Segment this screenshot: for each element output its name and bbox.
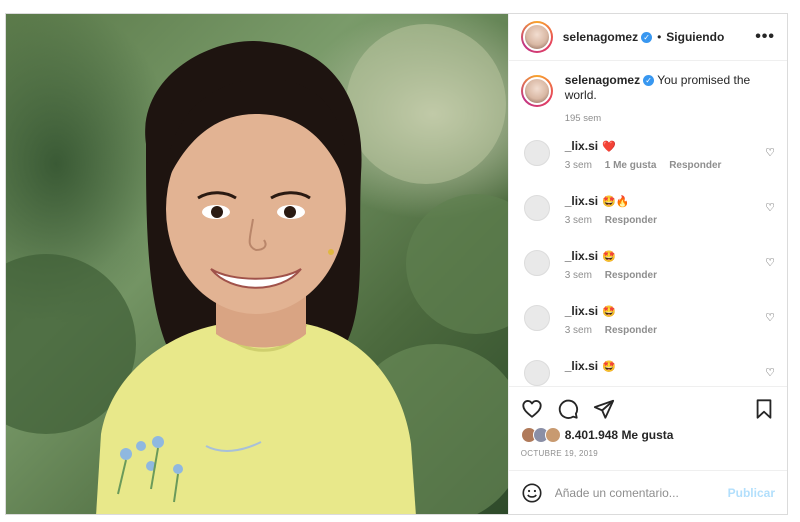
author-avatar[interactable]: [520, 21, 553, 53]
comment-username[interactable]: _lix.si: [565, 359, 598, 373]
caption-username[interactable]: selenagomez: [565, 73, 640, 87]
following-button[interactable]: Siguiendo: [666, 30, 724, 44]
comment-time[interactable]: 3 sem: [565, 215, 592, 226]
caption: selenagomez ✓ You promised the world. 195…: [520, 73, 775, 126]
caption-avatar[interactable]: [520, 75, 553, 107]
emoji-smiley-icon[interactable]: [521, 482, 543, 504]
publish-button[interactable]: Publicar: [728, 486, 775, 500]
post-actions: 8.401.948 Me gusta OCTUBRE 19, 2019: [508, 386, 787, 470]
comment-item: _lix.si ❤️ 3 sem 1 Me gusta Responder ♡: [521, 138, 775, 181]
verified-badge-icon: ✓: [643, 75, 655, 87]
comment-item: _lix.si 🤩 ♡: [521, 358, 775, 386]
comment-text: 🤩: [602, 306, 616, 318]
author-username[interactable]: selenagomez: [563, 30, 638, 44]
comment-avatar[interactable]: [523, 305, 550, 331]
comment-avatar[interactable]: [523, 360, 550, 386]
add-comment-bar: Publicar: [508, 470, 787, 514]
verified-badge-icon: ✓: [641, 31, 653, 43]
comment-time[interactable]: 3 sem: [565, 325, 592, 336]
post-photo[interactable]: [6, 14, 508, 514]
reply-button[interactable]: Responder: [605, 270, 657, 281]
comment-avatar[interactable]: [523, 250, 550, 276]
comment-bubble-icon[interactable]: [557, 398, 579, 420]
like-count[interactable]: 8.401.948 Me gusta: [565, 428, 674, 442]
comments-list[interactable]: selenagomez ✓ You promised the world. 195…: [509, 61, 787, 386]
comment-avatar[interactable]: [523, 195, 550, 221]
comment-text: 🤩: [602, 361, 616, 373]
more-options-icon[interactable]: •••: [755, 28, 775, 46]
comment-text: 🤩🔥: [602, 196, 630, 208]
post-modal: selenagomez ✓ • Siguiendo ••• selenagome…: [5, 13, 788, 515]
post-date[interactable]: OCTUBRE 19, 2019: [521, 449, 775, 458]
comment-like-icon[interactable]: ♡: [765, 366, 775, 379]
comment-likes[interactable]: 1 Me gusta: [605, 160, 657, 171]
comment-time[interactable]: 3 sem: [565, 160, 592, 171]
comment-username[interactable]: _lix.si: [565, 249, 598, 263]
like-heart-icon[interactable]: [521, 398, 543, 420]
reply-button[interactable]: Responder: [669, 160, 721, 171]
reply-button[interactable]: Responder: [605, 215, 657, 226]
likes-row[interactable]: 8.401.948 Me gusta: [520, 427, 775, 443]
separator-dot: •: [657, 30, 662, 44]
comment-item: _lix.si 🤩🔥 3 sem Responder ♡: [521, 193, 775, 236]
comment-like-icon[interactable]: ♡: [765, 256, 775, 269]
comment-item: _lix.si 🤩 3 sem Responder ♡: [521, 303, 775, 346]
comment-avatar[interactable]: [523, 140, 550, 166]
comment-username[interactable]: _lix.si: [565, 304, 598, 318]
comment-item: _lix.si 🤩 3 sem Responder ♡: [521, 248, 775, 291]
save-bookmark-icon[interactable]: [753, 398, 775, 420]
comment-username[interactable]: _lix.si: [565, 194, 598, 208]
comment-text: ❤️: [602, 141, 616, 153]
comment-like-icon[interactable]: ♡: [765, 311, 775, 324]
side-panel: selenagomez ✓ • Siguiendo ••• selenagome…: [507, 14, 787, 514]
post-header: selenagomez ✓ • Siguiendo •••: [508, 14, 787, 61]
caption-time: 195 sem: [564, 113, 602, 124]
comment-input[interactable]: [554, 485, 728, 500]
reply-button[interactable]: Responder: [605, 325, 657, 336]
comment-username[interactable]: _lix.si: [565, 139, 598, 153]
portrait-photo: [6, 24, 508, 514]
comment-like-icon[interactable]: ♡: [765, 146, 775, 159]
liker-avatar: [544, 427, 561, 443]
comment-text: 🤩: [602, 251, 616, 263]
share-send-icon[interactable]: [593, 398, 615, 420]
comment-time[interactable]: 3 sem: [565, 270, 592, 281]
comment-like-icon[interactable]: ♡: [765, 201, 775, 214]
